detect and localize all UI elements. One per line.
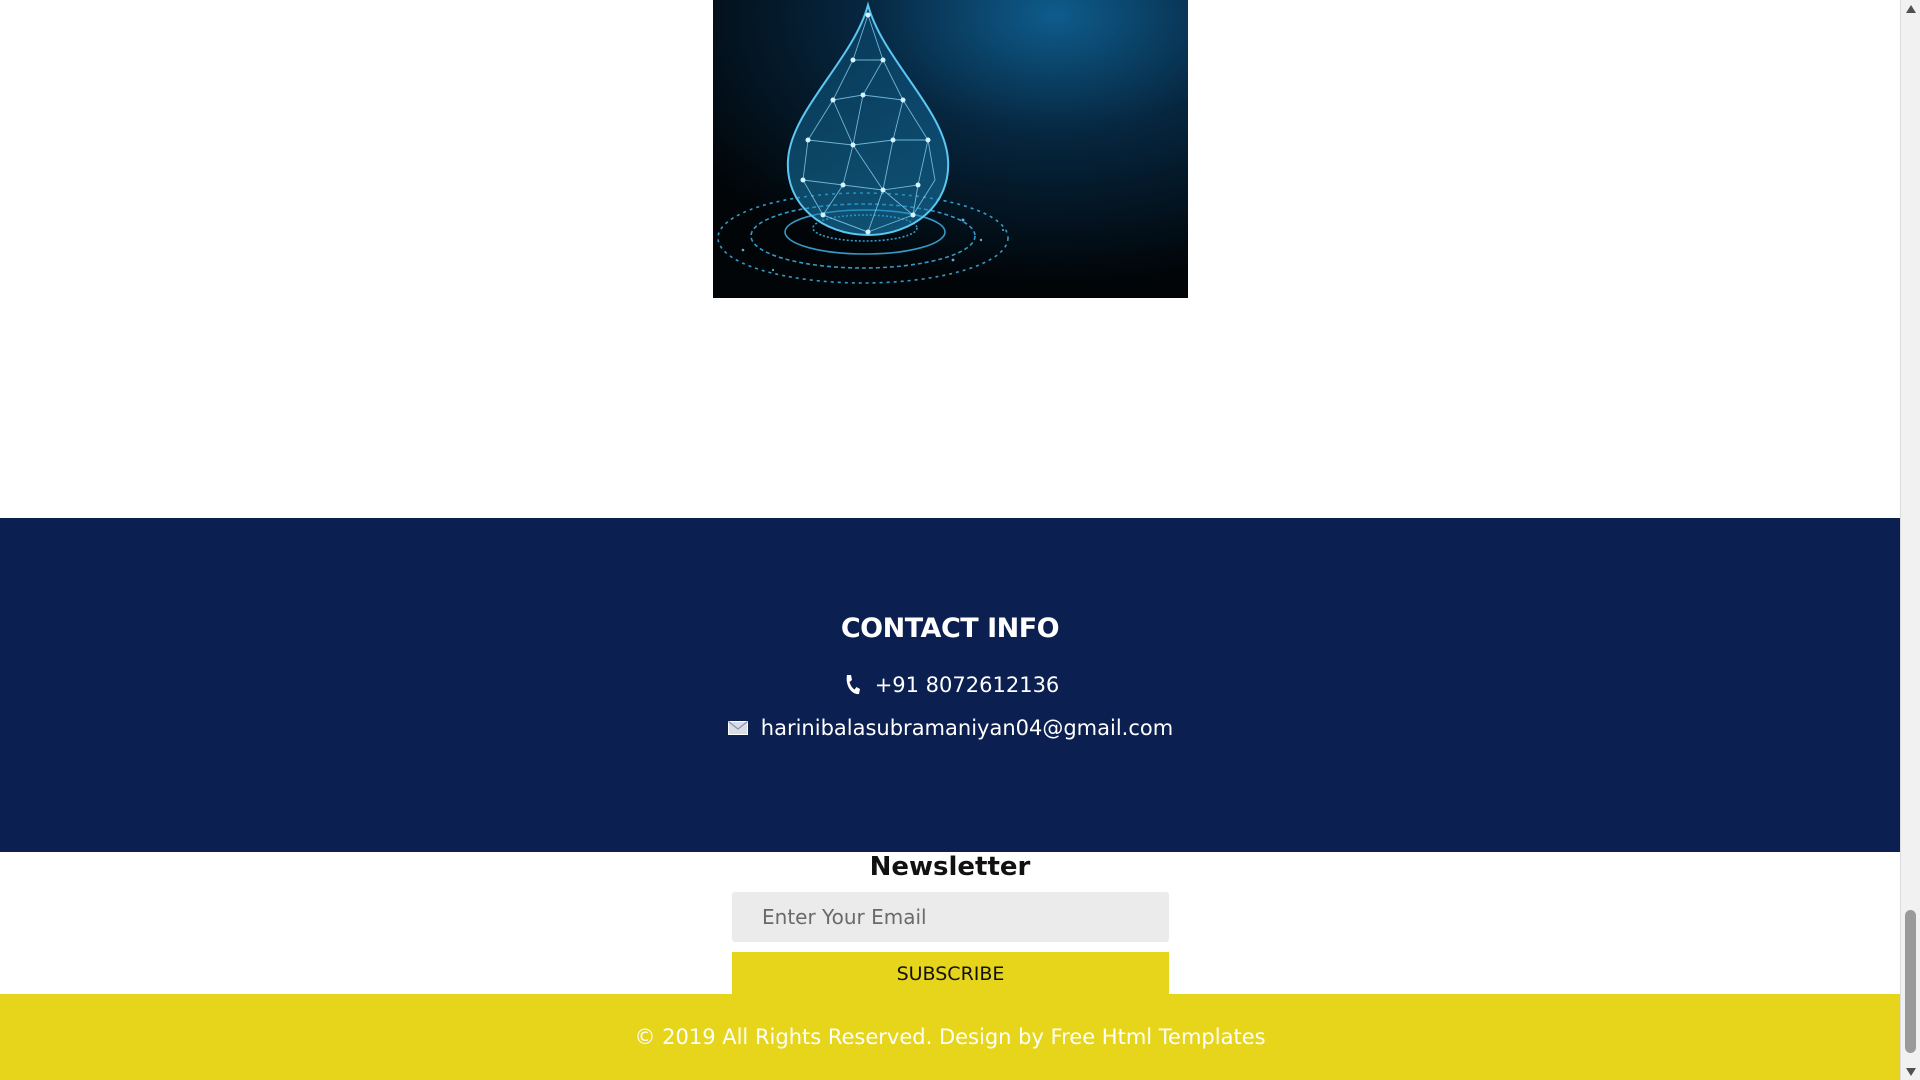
scroll-thumb[interactable] xyxy=(1905,910,1916,1053)
water-droplet-image xyxy=(713,0,1188,298)
contact-phone[interactable]: +91 8072612136 xyxy=(875,673,1060,697)
contact-email-row: harinibalasubramaniyan04@gmail.com xyxy=(0,716,1900,740)
newsletter-email-input[interactable] xyxy=(732,892,1169,942)
phone-icon xyxy=(841,674,863,696)
envelope-icon xyxy=(727,717,749,739)
vertical-scrollbar[interactable] xyxy=(1900,0,1920,1080)
contact-section: CONTACT INFO +91 8072612136 harinibalasu… xyxy=(0,518,1900,852)
contact-title: CONTACT INFO xyxy=(840,613,1060,644)
page-content: CONTACT INFO +91 8072612136 harinibalasu… xyxy=(0,0,1900,1080)
contact-email[interactable]: harinibalasubramaniyan04@gmail.com xyxy=(761,716,1173,740)
scroll-up-arrow-icon[interactable] xyxy=(1901,0,1920,17)
newsletter-title: Newsletter xyxy=(869,852,1031,882)
footer-copyright: © 2019 All Rights Reserved. Design by Fr… xyxy=(634,1025,1266,1049)
footer: © 2019 All Rights Reserved. Design by Fr… xyxy=(0,994,1900,1080)
scroll-down-arrow-icon[interactable] xyxy=(1901,1063,1920,1080)
contact-phone-row: +91 8072612136 xyxy=(0,673,1900,697)
subscribe-button[interactable]: SUBSCRIBE xyxy=(732,952,1169,996)
newsletter-section: Newsletter SUBSCRIBE xyxy=(0,852,1900,996)
page: CONTACT INFO +91 8072612136 harinibalasu… xyxy=(0,0,1920,1080)
image-section xyxy=(0,0,1900,518)
